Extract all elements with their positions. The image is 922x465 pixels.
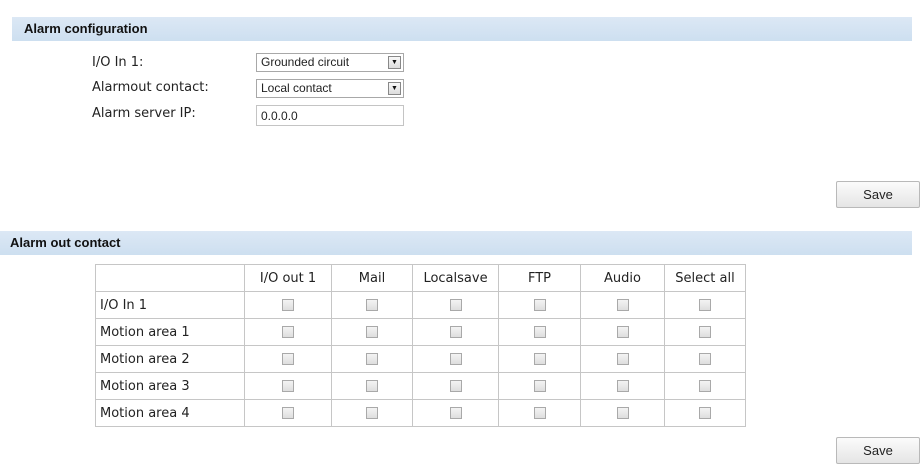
- alarm-out-contact-table: I/O out 1 Mail Localsave FTP Audio Selec…: [95, 264, 746, 427]
- column-header: Localsave: [412, 264, 499, 292]
- checkbox[interactable]: [533, 326, 546, 338]
- checkbox[interactable]: [699, 407, 711, 419]
- checkbox[interactable]: [366, 353, 378, 365]
- alarmout-contact-label: Alarmout contact:: [92, 80, 209, 95]
- table-row: Motion area 2: [95, 345, 746, 373]
- checkbox-cell: [498, 399, 581, 427]
- checkbox-cell: [580, 318, 665, 346]
- alarm-out-contact-header: Alarm out contact: [0, 231, 912, 255]
- checkbox-cell: [244, 399, 332, 427]
- checkbox[interactable]: [616, 326, 629, 338]
- alarmout-contact-select[interactable]: Local contact ▼: [256, 79, 404, 98]
- alarm-configuration-title: Alarm configuration: [24, 21, 148, 36]
- checkbox[interactable]: [282, 353, 294, 365]
- row-label: Motion area 2: [95, 345, 245, 373]
- checkbox[interactable]: [282, 407, 294, 419]
- checkbox-cell: [664, 372, 746, 400]
- checkbox[interactable]: [699, 353, 711, 365]
- io-in-label: I/O In 1:: [92, 55, 144, 70]
- checkbox[interactable]: [699, 326, 711, 338]
- table-row: I/O In 1: [95, 291, 746, 319]
- checkbox[interactable]: [282, 380, 294, 392]
- checkbox[interactable]: [616, 299, 629, 311]
- checkbox-cell: [664, 399, 746, 427]
- checkbox-cell: [580, 291, 665, 319]
- checkbox[interactable]: [533, 407, 546, 419]
- checkbox-cell: [664, 318, 746, 346]
- checkbox-cell: [412, 291, 499, 319]
- column-header: Select all: [664, 264, 746, 292]
- checkbox[interactable]: [616, 353, 629, 365]
- row-label: Motion area 3: [95, 372, 245, 400]
- checkbox[interactable]: [533, 299, 546, 311]
- checkbox-cell: [580, 345, 665, 373]
- checkbox-cell: [331, 291, 413, 319]
- checkbox[interactable]: [449, 407, 462, 419]
- checkbox[interactable]: [366, 299, 378, 311]
- chevron-down-icon[interactable]: ▼: [388, 82, 401, 95]
- checkbox[interactable]: [282, 299, 294, 311]
- checkbox-cell: [498, 345, 581, 373]
- alarm-out-contact-title: Alarm out contact: [10, 235, 121, 250]
- checkbox[interactable]: [366, 380, 378, 392]
- checkbox[interactable]: [449, 380, 462, 392]
- checkbox-cell: [244, 372, 332, 400]
- checkbox-cell: [664, 345, 746, 373]
- checkbox-cell: [244, 318, 332, 346]
- checkbox-cell: [412, 345, 499, 373]
- checkbox[interactable]: [699, 299, 711, 311]
- checkbox[interactable]: [449, 353, 462, 365]
- save-alarm-out-contact-button[interactable]: Save: [836, 437, 920, 464]
- row-label: Motion area 4: [95, 399, 245, 427]
- alarm-server-ip-input[interactable]: [256, 105, 404, 126]
- table-row: Motion area 4: [95, 399, 746, 427]
- checkbox[interactable]: [282, 326, 294, 338]
- row-label: Motion area 1: [95, 318, 245, 346]
- corner-cell: [95, 264, 245, 292]
- table-row: Motion area 1: [95, 318, 746, 346]
- checkbox[interactable]: [533, 353, 546, 365]
- checkbox-cell: [412, 372, 499, 400]
- checkbox[interactable]: [449, 326, 462, 338]
- column-header: Audio: [580, 264, 665, 292]
- checkbox[interactable]: [366, 407, 378, 419]
- checkbox-cell: [664, 291, 746, 319]
- alarm-configuration-header: Alarm configuration: [12, 17, 912, 41]
- checkbox[interactable]: [699, 380, 711, 392]
- checkbox-cell: [498, 318, 581, 346]
- checkbox-cell: [412, 318, 499, 346]
- row-label: I/O In 1: [95, 291, 245, 319]
- checkbox[interactable]: [449, 299, 462, 311]
- checkbox-cell: [331, 372, 413, 400]
- checkbox-cell: [498, 291, 581, 319]
- checkbox-cell: [498, 372, 581, 400]
- alarm-server-ip-label: Alarm server IP:: [92, 106, 196, 121]
- checkbox[interactable]: [366, 326, 378, 338]
- checkbox-cell: [580, 372, 665, 400]
- chevron-down-icon[interactable]: ▼: [388, 56, 401, 69]
- checkbox-cell: [580, 399, 665, 427]
- save-alarm-configuration-button[interactable]: Save: [836, 181, 920, 208]
- checkbox-cell: [244, 345, 332, 373]
- column-header: FTP: [498, 264, 581, 292]
- table-row: Motion area 3: [95, 372, 746, 400]
- checkbox-cell: [331, 318, 413, 346]
- column-header: Mail: [331, 264, 413, 292]
- io-in-select-value: Grounded circuit: [261, 55, 350, 69]
- table-header-row: I/O out 1 Mail Localsave FTP Audio Selec…: [95, 264, 746, 292]
- column-header: I/O out 1: [244, 264, 332, 292]
- io-in-select[interactable]: Grounded circuit ▼: [256, 53, 404, 72]
- checkbox-cell: [331, 345, 413, 373]
- alarmout-contact-select-value: Local contact: [261, 81, 332, 95]
- checkbox[interactable]: [533, 380, 546, 392]
- checkbox-cell: [244, 291, 332, 319]
- checkbox-cell: [412, 399, 499, 427]
- checkbox-cell: [331, 399, 413, 427]
- checkbox[interactable]: [616, 380, 629, 392]
- checkbox[interactable]: [616, 407, 629, 419]
